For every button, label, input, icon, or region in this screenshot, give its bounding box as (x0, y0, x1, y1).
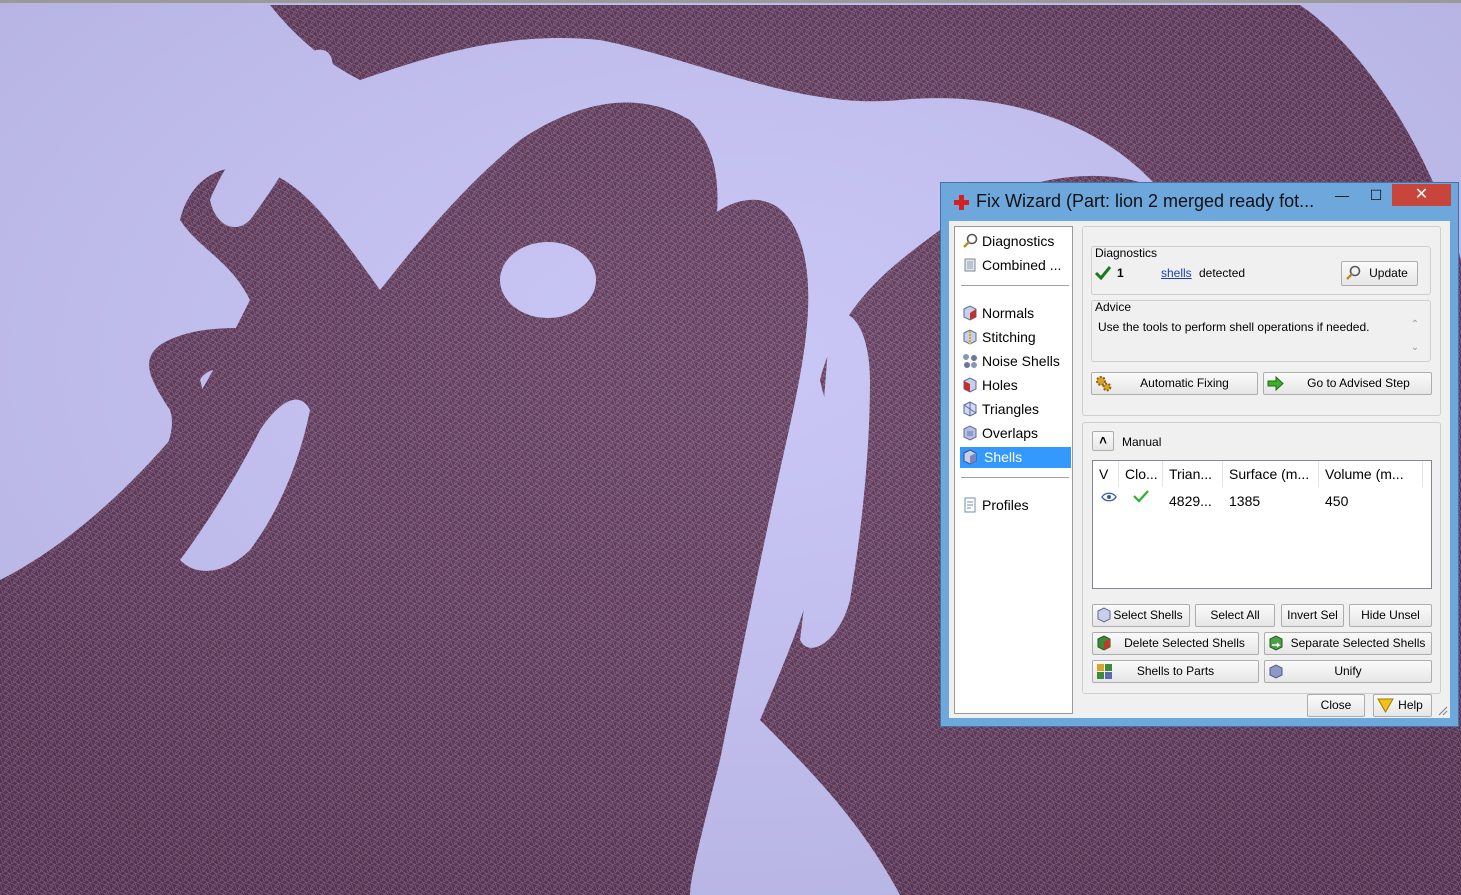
manual-heading: Manual (1122, 435, 1162, 449)
green-arrow-icon (1267, 375, 1284, 392)
shells-table[interactable]: V Clo... Trian... Surface (m... Volume (… (1092, 460, 1432, 589)
combined-icon (964, 258, 976, 272)
red-cross-icon (954, 195, 969, 210)
close-window-button[interactable]: ✕ (1392, 184, 1451, 206)
hide-unsel-button[interactable]: Hide Unsel (1349, 604, 1432, 627)
unify-button[interactable]: Unify (1264, 660, 1432, 683)
nav-item-profiles[interactable]: Profiles (960, 495, 1071, 516)
update-button[interactable]: Update (1341, 261, 1418, 286)
shells-icon (963, 449, 977, 465)
unify-icon (1269, 664, 1283, 679)
nav-item-overlaps[interactable]: Overlaps (960, 423, 1071, 444)
check-icon (1094, 266, 1112, 281)
separate-shell-icon (1269, 635, 1283, 651)
title-bar[interactable]: Fix Wizard (Part: lion 2 merged ready fo… (941, 183, 1458, 221)
select-shells-button[interactable]: Select Shells (1092, 604, 1190, 627)
go-to-advised-step-button[interactable]: Go to Advised Step (1263, 372, 1432, 395)
diagnostics-heading: Diagnostics (1095, 246, 1158, 260)
stitching-icon (963, 329, 977, 345)
eye-icon[interactable] (1101, 491, 1117, 503)
minimize-button[interactable]: — (1329, 184, 1355, 206)
shells-to-parts-icon (1097, 664, 1112, 679)
profiles-icon (964, 497, 976, 513)
invert-sel-button[interactable]: Invert Sel (1281, 604, 1344, 627)
nav-item-shells[interactable]: Shells (960, 447, 1071, 468)
shells-link[interactable]: shells (1161, 266, 1192, 280)
diagnostics-advice-panel: Diagnostics 1 shells detected Update Adv… (1082, 226, 1441, 416)
shell-count: 1 (1117, 266, 1124, 280)
wizard-body: Diagnostics Combined ... Normals Stitchi… (949, 221, 1450, 718)
delete-selected-shells-button[interactable]: Delete Selected Shells (1092, 632, 1259, 655)
scroll-up-icon[interactable]: ⌃ (1409, 319, 1421, 331)
magnifier-icon (963, 233, 978, 248)
fix-wizard-window: Fix Wizard (Part: lion 2 merged ready fo… (940, 182, 1459, 727)
resize-grip-icon[interactable] (1436, 704, 1448, 716)
gears-icon (1096, 376, 1112, 392)
scroll-down-icon[interactable]: ⌄ (1409, 342, 1421, 354)
nav-item-normals[interactable]: Normals (960, 303, 1071, 324)
magnifier-icon (1346, 265, 1361, 280)
holes-icon (963, 377, 977, 393)
window-title: Fix Wizard (Part: lion 2 merged ready fo… (976, 191, 1315, 211)
nav-item-diagnostics[interactable]: Diagnostics (960, 231, 1071, 252)
column-header-triangles[interactable]: Trian... (1163, 461, 1223, 487)
triangles-cell: 4829... (1169, 493, 1212, 509)
select-all-button[interactable]: Select All (1195, 604, 1275, 627)
manual-panel: ˄ Manual V Clo... Trian... Surface (m...… (1082, 422, 1441, 694)
wizard-nav: Diagnostics Combined ... Normals Stitchi… (954, 226, 1073, 714)
normals-icon (963, 305, 977, 321)
nav-divider (961, 477, 1069, 478)
column-header-surface[interactable]: Surface (m... (1223, 461, 1319, 487)
check-icon (1133, 490, 1149, 503)
volume-cell: 450 (1325, 493, 1349, 509)
nav-item-noise-shells[interactable]: Noise Shells (960, 351, 1071, 372)
nav-item-stitching[interactable]: Stitching (960, 327, 1071, 348)
triangles-icon (963, 401, 977, 417)
collapse-manual-button[interactable]: ˄ (1092, 431, 1114, 451)
advice-text: Use the tools to perform shell operation… (1098, 320, 1370, 334)
cube-select-icon (1097, 607, 1111, 623)
noise-shells-icon (963, 354, 977, 368)
automatic-fixing-button[interactable]: Automatic Fixing (1091, 372, 1258, 395)
nav-item-triangles[interactable]: Triangles (960, 399, 1071, 420)
nav-divider (961, 285, 1069, 286)
overlaps-icon (963, 425, 977, 441)
advice-heading: Advice (1095, 300, 1132, 314)
nav-item-combined[interactable]: Combined ... (960, 255, 1071, 276)
separate-selected-shells-button[interactable]: Separate Selected Shells (1264, 632, 1432, 655)
close-button[interactable]: Close (1307, 694, 1365, 717)
surface-cell: 1385 (1229, 493, 1261, 509)
help-button[interactable]: Help (1373, 694, 1432, 717)
column-header-closed[interactable]: Clo... (1119, 461, 1163, 487)
shells-to-parts-button[interactable]: Shells to Parts (1092, 660, 1259, 683)
nav-item-holes[interactable]: Holes (960, 375, 1071, 396)
maximize-button[interactable]: ☐ (1362, 184, 1390, 206)
help-icon (1377, 698, 1394, 714)
column-header-volume[interactable]: Volume (m... (1319, 461, 1423, 487)
detected-label: detected (1199, 266, 1246, 280)
column-header-visible[interactable]: V (1093, 461, 1119, 487)
delete-shell-icon (1097, 635, 1111, 651)
